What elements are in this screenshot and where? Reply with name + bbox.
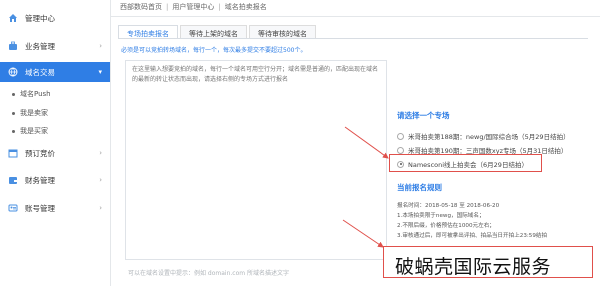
chevron-right-icon: ›: [99, 176, 102, 184]
sidebar: 管理中心 业务管理 › 域名交易 ▾ 域名Push 我是卖家 我是买家 预订竞价…: [0, 0, 111, 286]
special-section-title: 请选择一个专场: [397, 111, 450, 120]
sidebar-item-account[interactable]: 账号管理 ›: [0, 198, 110, 218]
watermark-text: 破蜗壳国际云服务: [395, 256, 552, 278]
domain-list-input[interactable]: [125, 60, 387, 260]
user-card-icon: [8, 203, 18, 213]
rules-line: 1.本场拍卖限于newg，国际域名；: [397, 213, 485, 219]
sidebar-item-label: 账号管理: [25, 203, 55, 213]
special-option-1[interactable]: 米哥拍卖第188期：newg/国际综合场（5月29日结拍）: [397, 131, 570, 141]
sidebar-item-label: 财务管理: [25, 175, 55, 185]
sidebar-subitem-label: 域名Push: [20, 90, 51, 98]
bullet-icon: [12, 111, 15, 115]
breadcrumb-current: 域名拍卖报名: [224, 3, 267, 11]
breadcrumb-separator: |: [166, 3, 169, 11]
option-label: 米哥拍卖第188期：newg/国际综合场（5月29日结拍）: [408, 133, 570, 141]
bullet-icon: [12, 92, 15, 96]
sidebar-item-label: 管理中心: [25, 13, 55, 23]
instruction-text: 必须是可以竞拍转场域名，每行一个，每次最多提交不要超过500个。: [121, 47, 307, 54]
tab-pending-review[interactable]: 等待审核的域名: [249, 25, 316, 39]
sidebar-subitem-label: 我是买家: [20, 127, 48, 135]
radio-button[interactable]: [397, 146, 404, 154]
breadcrumb-home-link[interactable]: 西部数码首页: [120, 2, 162, 12]
sidebar-item-finance[interactable]: 财务管理 ›: [0, 170, 110, 190]
rules-section-title: 当前报名规则: [397, 183, 442, 192]
header-divider: [110, 16, 600, 17]
tab-auction-registration[interactable]: 专场拍卖报名: [118, 25, 178, 39]
breadcrumb-separator: |: [218, 3, 221, 11]
radio-button[interactable]: [397, 132, 404, 140]
sidebar-item-management-center[interactable]: 管理中心: [0, 8, 110, 28]
chevron-down-icon: ▾: [98, 68, 102, 76]
tab-divider: [118, 38, 588, 39]
chevron-right-icon: ›: [99, 149, 102, 157]
rules-line: 3.审核通过后，即可被拿出评拍、拍品当日开拍上23:59结拍: [397, 233, 548, 239]
selection-highlight-box: [389, 154, 542, 172]
breadcrumb: 西部数码首页 | 用户管理中心 | 域名拍卖报名: [120, 2, 267, 12]
breadcrumb-user-center-link[interactable]: 用户管理中心: [172, 2, 214, 12]
bullet-icon: [12, 129, 15, 133]
rules-line: 2.不限后缀，价格预估在1000元左右；: [397, 223, 495, 229]
sidebar-item-label: 业务管理: [25, 41, 55, 51]
home-icon: [8, 13, 18, 23]
rules-list: 报名时间：2018-05-18 至 2018-06-20 1.本场拍卖限于new…: [397, 201, 547, 241]
tab-pending-listing[interactable]: 等待上架的域名: [180, 25, 247, 39]
sidebar-subitem-seller[interactable]: 我是卖家: [12, 108, 48, 118]
sidebar-item-business[interactable]: 业务管理 ›: [0, 36, 110, 56]
description-hint: 可以在域名设置中提示：例如 domain.com 所域名描述文字: [128, 270, 290, 277]
sidebar-subitem-domain-push[interactable]: 域名Push: [12, 89, 51, 99]
sidebar-subitem-label: 我是卖家: [20, 109, 48, 117]
sidebar-item-domain-trading[interactable]: 域名交易 ▾: [0, 62, 110, 82]
calendar-icon: [8, 148, 18, 158]
tab-bar: 专场拍卖报名 等待上架的域名 等待审核的域名: [118, 25, 318, 39]
chevron-right-icon: ›: [99, 204, 102, 212]
globe-icon: [8, 67, 18, 77]
chevron-right-icon: ›: [99, 42, 102, 50]
sidebar-item-label: 预订竞价: [25, 148, 55, 158]
sidebar-item-label: 域名交易: [25, 67, 55, 77]
sidebar-item-booking-bid[interactable]: 预订竞价 ›: [0, 143, 110, 163]
sidebar-subitem-buyer[interactable]: 我是买家: [12, 126, 48, 136]
wallet-icon: [8, 175, 18, 185]
briefcase-icon: [8, 41, 18, 51]
rules-line: 报名时间：2018-05-18 至 2018-06-20: [397, 203, 500, 209]
